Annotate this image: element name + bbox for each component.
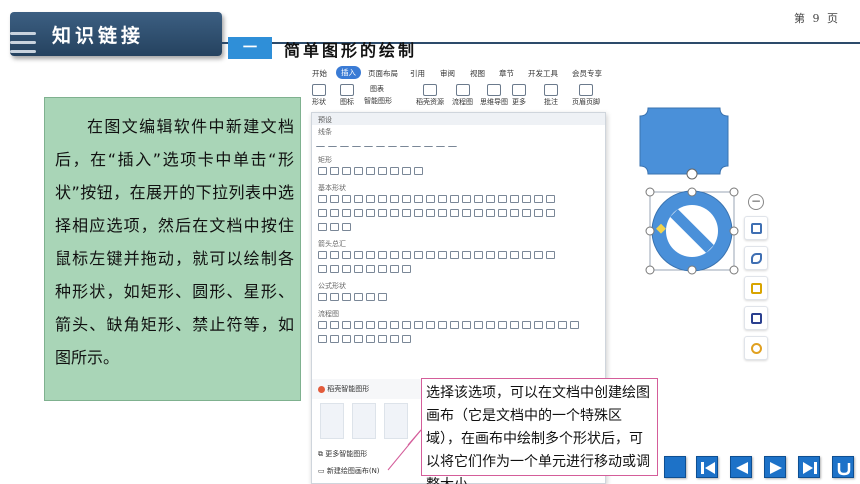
drawn-shapes (639, 107, 739, 275)
lightbulb-icon (751, 343, 762, 354)
resize-handle[interactable] (729, 265, 739, 275)
pen-icon (751, 253, 762, 264)
edit-shape-button[interactable] (744, 246, 768, 270)
resize-handle[interactable] (645, 226, 655, 236)
rotate-handle-icon[interactable] (686, 168, 698, 180)
nav-first-button[interactable] (696, 456, 718, 478)
effects-button[interactable] (744, 336, 768, 360)
nav-last-button[interactable] (798, 456, 820, 478)
resize-handle[interactable] (687, 187, 697, 197)
snipped-rectangle-shape[interactable] (639, 107, 729, 175)
nav-prev-button[interactable] (730, 456, 752, 478)
collapse-icon[interactable]: − (748, 194, 764, 210)
resize-handle[interactable] (645, 265, 655, 275)
resize-handle[interactable] (729, 226, 739, 236)
layout-options-button[interactable] (744, 216, 768, 240)
layout-icon (751, 223, 762, 234)
resize-handle[interactable] (687, 265, 697, 275)
next-page-icon (770, 462, 782, 474)
first-page-icon (701, 462, 715, 474)
resize-handle[interactable] (645, 187, 655, 197)
last-page-icon (803, 462, 817, 474)
return-icon (837, 463, 851, 476)
fill-bucket-icon (751, 283, 762, 294)
fill-button[interactable] (744, 276, 768, 300)
nav-home-button[interactable] (664, 456, 686, 478)
callout-box: 选择该选项，可以在文档中创建绘图画布（它是文档中的一个特殊区域），在画布中绘制多… (421, 378, 658, 484)
nav-return-button[interactable] (832, 456, 854, 478)
outline-icon (751, 313, 762, 324)
resize-handle[interactable] (729, 187, 739, 197)
prev-page-icon (736, 462, 748, 474)
outline-button[interactable] (744, 306, 768, 330)
nav-next-button[interactable] (764, 456, 786, 478)
